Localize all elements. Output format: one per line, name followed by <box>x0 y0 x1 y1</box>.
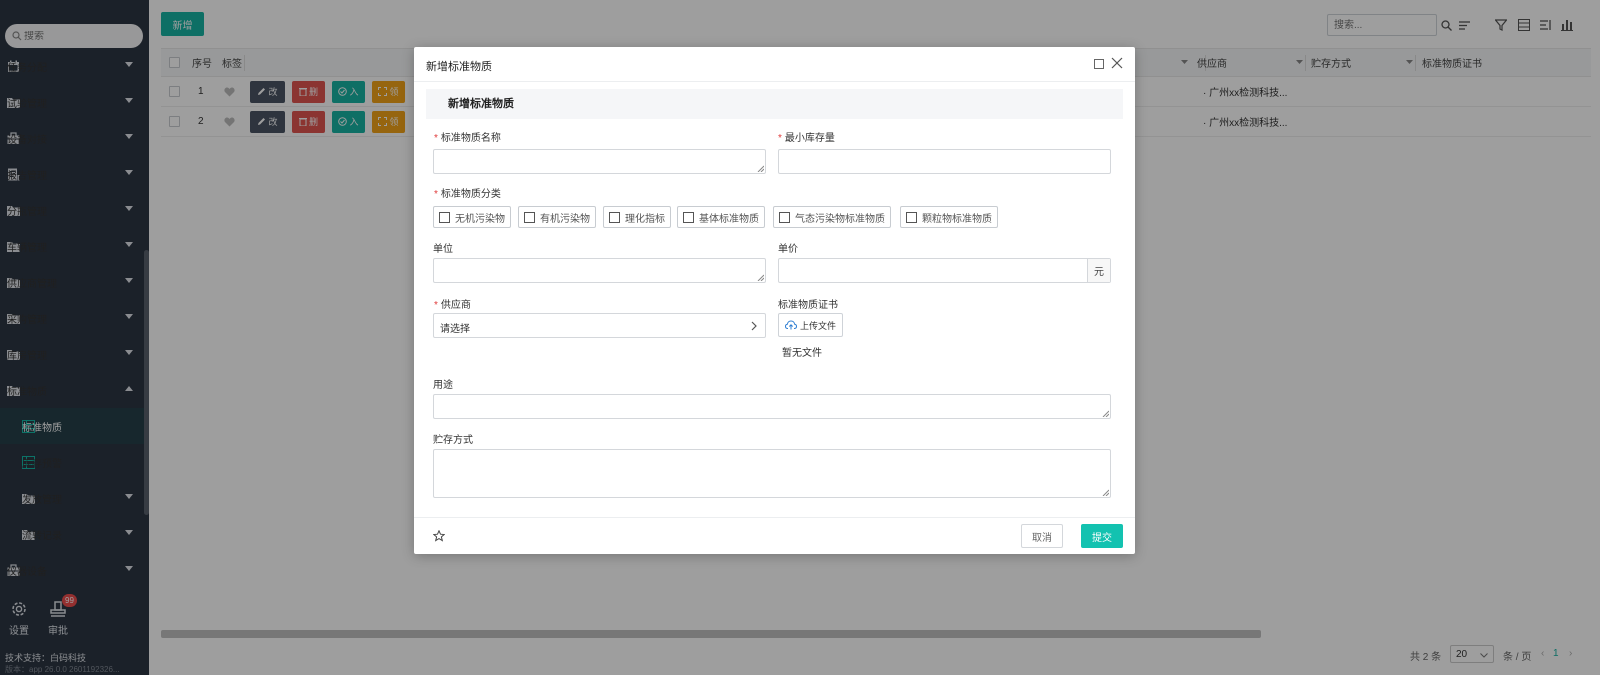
category-checkbox[interactable]: 有机污染物 <box>518 206 596 228</box>
name-field[interactable] <box>433 149 766 174</box>
supplier-label: * 供应商 <box>434 300 471 311</box>
no-file-text: 暂无文件 <box>782 348 822 359</box>
usage-label: 用途 <box>433 380 453 391</box>
form-section-title: 新增标准物质 <box>426 89 1123 119</box>
resize-grip-icon <box>1102 489 1109 496</box>
price-suffix: 元 <box>1087 259 1110 282</box>
category-checkbox[interactable]: 理化指标 <box>603 206 671 228</box>
price-field[interactable]: 元 <box>778 258 1111 283</box>
chevron-right-icon <box>751 321 757 331</box>
supplier-placeholder: 请选择 <box>440 324 470 335</box>
upload-file-button[interactable]: 上传文件 <box>778 313 843 337</box>
close-icon[interactable] <box>1111 57 1123 69</box>
storage-field[interactable] <box>433 449 1111 498</box>
category-checkbox[interactable]: 无机污染物 <box>433 206 511 228</box>
resize-grip-icon <box>757 274 764 281</box>
unit-label: 单位 <box>433 244 453 255</box>
dialog-title: 新增标准物质 <box>426 61 492 73</box>
maximize-button[interactable] <box>1094 59 1104 69</box>
storage-label: 贮存方式 <box>433 435 473 446</box>
min-stock-label: * 最小库存量 <box>778 133 835 144</box>
submit-button[interactable]: 提交 <box>1081 524 1123 548</box>
category-checkbox[interactable]: 基体标准物质 <box>677 206 765 228</box>
upload-label: 上传文件 <box>799 320 836 331</box>
category-label: * 标准物质分类 <box>434 189 501 200</box>
supplier-select[interactable]: 请选择 <box>433 313 766 338</box>
price-label: 单价 <box>778 244 798 255</box>
star-icon[interactable] <box>433 530 445 542</box>
dialog-footer: 取消 提交 <box>414 517 1135 554</box>
dialog-header: 新增标准物质 <box>414 47 1135 82</box>
add-standard-material-dialog: 新增标准物质 新增标准物质 * 标准物质名称 * 最小库存量 * 标准物质分类 无机污… <box>414 47 1135 554</box>
cancel-button[interactable]: 取消 <box>1021 524 1063 548</box>
category-checkbox[interactable]: 气态污染物标准物质 <box>773 206 891 228</box>
category-checkbox[interactable]: 颗粒物标准物质 <box>900 206 998 228</box>
resize-grip-icon <box>757 165 764 172</box>
resize-grip-icon <box>1102 410 1109 417</box>
cloud-upload-icon <box>784 320 797 330</box>
min-stock-field[interactable] <box>778 149 1111 174</box>
usage-field[interactable] <box>433 394 1111 419</box>
certificate-label: 标准物质证书 <box>778 300 838 311</box>
name-label: * 标准物质名称 <box>434 133 501 144</box>
unit-field[interactable] <box>433 258 766 283</box>
